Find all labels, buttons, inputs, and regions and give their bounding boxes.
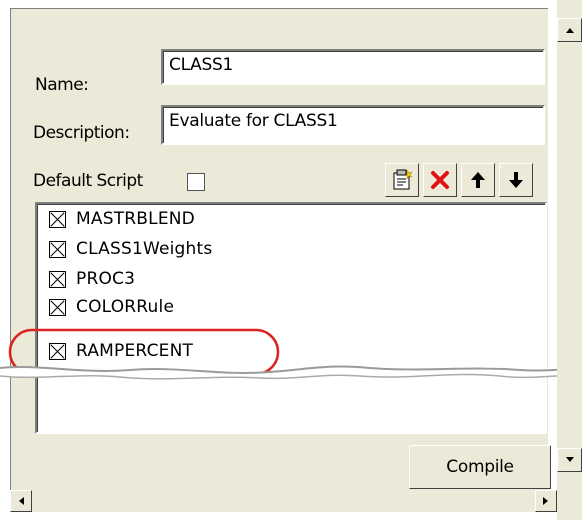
name-label: Name: — [35, 75, 89, 95]
list-item-label: COLORRule — [76, 297, 175, 317]
move-up-button[interactable] — [461, 163, 495, 197]
checked-box-icon[interactable] — [49, 270, 66, 288]
compile-button[interactable]: Compile — [409, 445, 551, 489]
move-down-icon — [509, 172, 523, 188]
list-item[interactable]: PROC3 — [49, 266, 135, 292]
name-field[interactable]: CLASS1 — [161, 49, 545, 85]
list-item-label: CLASS1Weights — [76, 239, 213, 259]
description-field[interactable]: Evaluate for CLASS1 — [161, 105, 545, 145]
vertical-scrollbar[interactable] — [557, 0, 582, 520]
scroll-right-button[interactable] — [535, 490, 557, 512]
checked-box-icon[interactable] — [49, 210, 66, 228]
delete-icon — [431, 171, 449, 189]
chevron-up-icon — [565, 28, 574, 33]
default-script-checkbox[interactable] — [187, 173, 205, 191]
new-item-button[interactable] — [385, 163, 419, 197]
script-list[interactable]: MASTRBLEND CLASS1Weights PROC3 COLORRule… — [35, 202, 547, 434]
checked-box-icon[interactable] — [49, 240, 66, 258]
list-item-label: PROC3 — [76, 269, 136, 289]
list-item[interactable]: CLASS1Weights — [49, 236, 212, 262]
chevron-left-icon — [19, 497, 24, 505]
list-item[interactable]: MASTRBLEND — [49, 206, 195, 232]
move-down-button[interactable] — [499, 163, 533, 197]
chevron-right-icon — [543, 497, 548, 505]
new-item-icon — [393, 169, 413, 190]
torn-edge — [0, 365, 582, 380]
default-script-label: Default Script — [33, 171, 143, 191]
scroll-up-button[interactable] — [557, 18, 582, 42]
chevron-down-icon — [565, 457, 574, 462]
horizontal-scrollbar[interactable] — [10, 490, 557, 512]
description-label: Description: — [33, 123, 130, 143]
scroll-left-button[interactable] — [10, 490, 32, 512]
list-item[interactable]: COLORRule — [49, 294, 174, 320]
checked-box-icon[interactable] — [49, 298, 66, 316]
move-up-icon — [471, 172, 485, 188]
scroll-down-button[interactable] — [557, 448, 582, 472]
delete-button[interactable] — [423, 163, 457, 197]
list-item-label: MASTRBLEND — [76, 209, 195, 229]
